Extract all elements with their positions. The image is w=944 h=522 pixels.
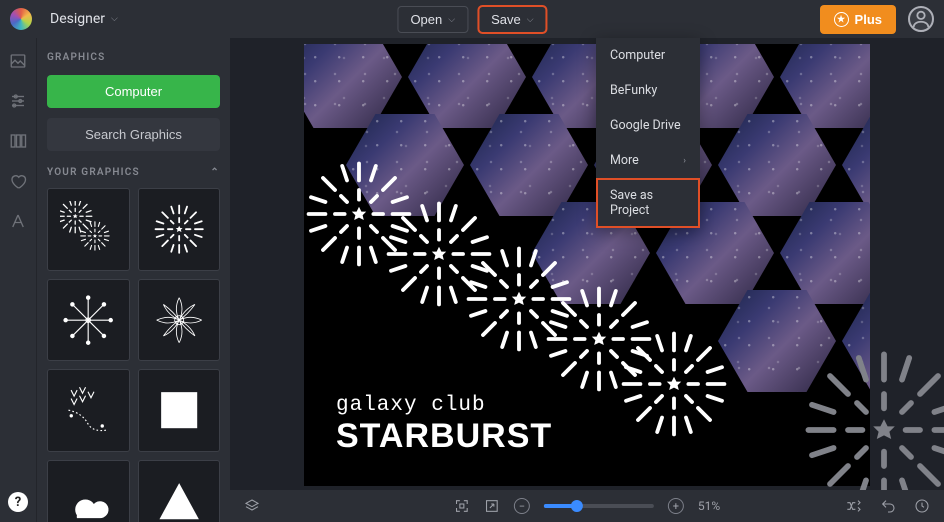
shuffle-icon[interactable] bbox=[846, 498, 862, 514]
zoom-out-button[interactable]: − bbox=[514, 498, 530, 514]
graphic-thumbnail[interactable] bbox=[138, 188, 221, 271]
graphic-thumbnail[interactable] bbox=[138, 279, 221, 362]
fit-screen-icon[interactable] bbox=[454, 498, 470, 514]
artboard[interactable]: galaxy club STARBURST bbox=[304, 44, 870, 486]
graphic-thumbnail[interactable] bbox=[138, 460, 221, 522]
layers-icon[interactable] bbox=[244, 498, 260, 514]
history-icon[interactable] bbox=[914, 498, 930, 514]
sliders-icon[interactable] bbox=[9, 92, 27, 110]
panel-title: GRAPHICS bbox=[47, 52, 220, 63]
zoom-slider[interactable] bbox=[544, 504, 654, 508]
undo-icon[interactable] bbox=[880, 498, 896, 514]
save-menu-befunky[interactable]: BeFunky bbox=[596, 73, 700, 108]
columns-icon[interactable] bbox=[9, 132, 27, 150]
graphic-thumbnail[interactable] bbox=[47, 188, 130, 271]
chevron-down-icon: ⌵ bbox=[527, 14, 534, 25]
expand-icon[interactable] bbox=[484, 498, 500, 514]
help-button[interactable]: ? bbox=[8, 492, 28, 512]
bottombar: − + 51% bbox=[230, 490, 944, 522]
graphics-sidebar: GRAPHICS Computer Search Graphics YOUR G… bbox=[36, 38, 230, 522]
star-icon: ★ bbox=[834, 12, 849, 27]
mode-selector[interactable]: Designer ⌵ bbox=[42, 7, 126, 31]
plus-upgrade-button[interactable]: ★ Plus bbox=[820, 5, 896, 34]
artboard-text[interactable]: galaxy club STARBURST bbox=[336, 394, 552, 456]
image-icon[interactable] bbox=[9, 52, 27, 70]
zoom-thumb[interactable] bbox=[571, 500, 583, 512]
save-menu-save-as-project[interactable]: Save as Project bbox=[596, 178, 700, 228]
artboard-title: STARBURST bbox=[336, 417, 552, 456]
save-menu-more[interactable]: More› bbox=[596, 143, 700, 178]
mode-label: Designer bbox=[50, 11, 105, 27]
your-graphics-header[interactable]: YOUR GRAPHICS ⌃ bbox=[47, 167, 220, 178]
graphics-grid bbox=[47, 188, 220, 522]
canvas-area: galaxy club STARBURST bbox=[230, 38, 944, 490]
topbar: Designer ⌵ Open ⌵ Save ⌵ ★ Plus bbox=[0, 0, 944, 38]
open-button[interactable]: Open ⌵ bbox=[397, 6, 468, 33]
chevron-down-icon: ⌵ bbox=[111, 14, 118, 24]
save-menu-google-drive[interactable]: Google Drive bbox=[596, 108, 700, 143]
zoom-in-button[interactable]: + bbox=[668, 498, 684, 514]
search-graphics-button[interactable]: Search Graphics bbox=[47, 118, 220, 151]
graphic-thumbnail[interactable] bbox=[47, 279, 130, 362]
zoom-value: 51% bbox=[698, 499, 720, 513]
artboard-subtitle: galaxy club bbox=[336, 394, 552, 417]
graphic-thumbnail[interactable] bbox=[47, 460, 130, 522]
chevron-right-icon: › bbox=[683, 156, 686, 166]
chevron-up-icon: ⌃ bbox=[210, 167, 220, 178]
graphic-thumbnail[interactable] bbox=[138, 369, 221, 452]
save-dropdown-menu: Computer BeFunky Google Drive More› Save… bbox=[596, 38, 700, 228]
user-avatar[interactable] bbox=[908, 6, 934, 32]
chevron-down-icon: ⌵ bbox=[448, 14, 455, 25]
save-menu-computer[interactable]: Computer bbox=[596, 38, 700, 73]
computer-upload-button[interactable]: Computer bbox=[47, 75, 220, 108]
heart-icon[interactable] bbox=[9, 172, 27, 190]
app-logo[interactable] bbox=[10, 8, 32, 30]
graphic-thumbnail[interactable] bbox=[47, 369, 130, 452]
text-icon[interactable] bbox=[9, 212, 27, 230]
left-rail bbox=[0, 38, 36, 522]
save-button[interactable]: Save ⌵ bbox=[478, 6, 546, 33]
